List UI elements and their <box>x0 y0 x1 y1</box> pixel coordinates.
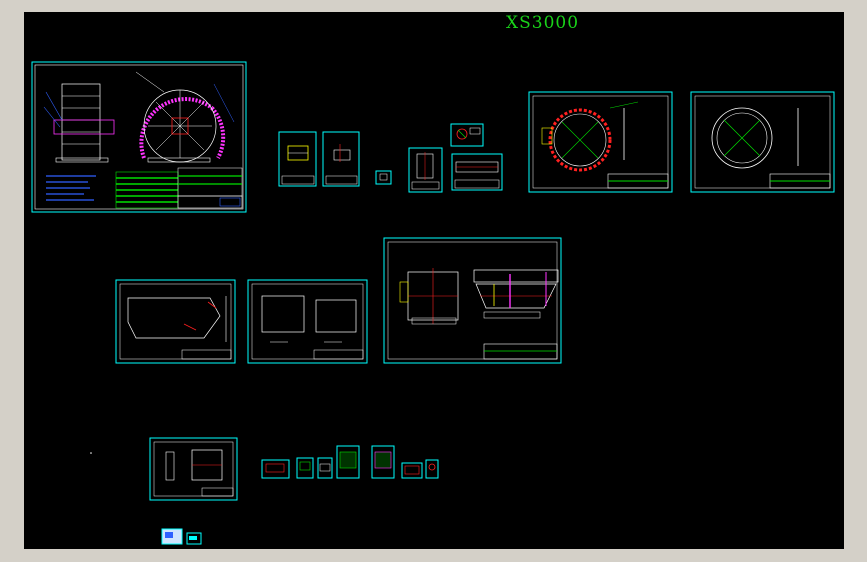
sheet-trapezoid-plate[interactable] <box>115 279 236 364</box>
thumbnail-sheets-row[interactable] <box>261 445 439 479</box>
stray-point <box>90 452 92 454</box>
sheet-bracket[interactable] <box>149 437 238 501</box>
sheet-part-a[interactable] <box>278 131 317 187</box>
sheet-part-b[interactable] <box>322 131 360 187</box>
sheet-part-c[interactable] <box>375 170 392 185</box>
drawing-canvas[interactable] <box>24 12 844 549</box>
drawing-title: XS3000 <box>506 13 580 33</box>
sheet-plates-pair[interactable] <box>247 279 368 364</box>
parts-list-table <box>115 167 243 209</box>
sheet-part-d[interactable] <box>408 147 443 193</box>
sheet-part-e[interactable] <box>450 123 484 147</box>
wheel-front-view <box>135 71 235 163</box>
sheet-part-f[interactable] <box>451 153 503 191</box>
bottom-thumbnails[interactable] <box>161 528 202 545</box>
sheet-ring-plate[interactable] <box>690 91 835 193</box>
cad-model-space[interactable]: XS3000 <box>24 12 844 549</box>
technical-notes <box>46 175 96 201</box>
sheet-frame-assembly[interactable] <box>383 237 562 364</box>
wheel-side-view <box>43 83 115 163</box>
sheet-wheel-assembly[interactable] <box>31 61 247 213</box>
sheet-toothed-ring[interactable] <box>528 91 673 193</box>
